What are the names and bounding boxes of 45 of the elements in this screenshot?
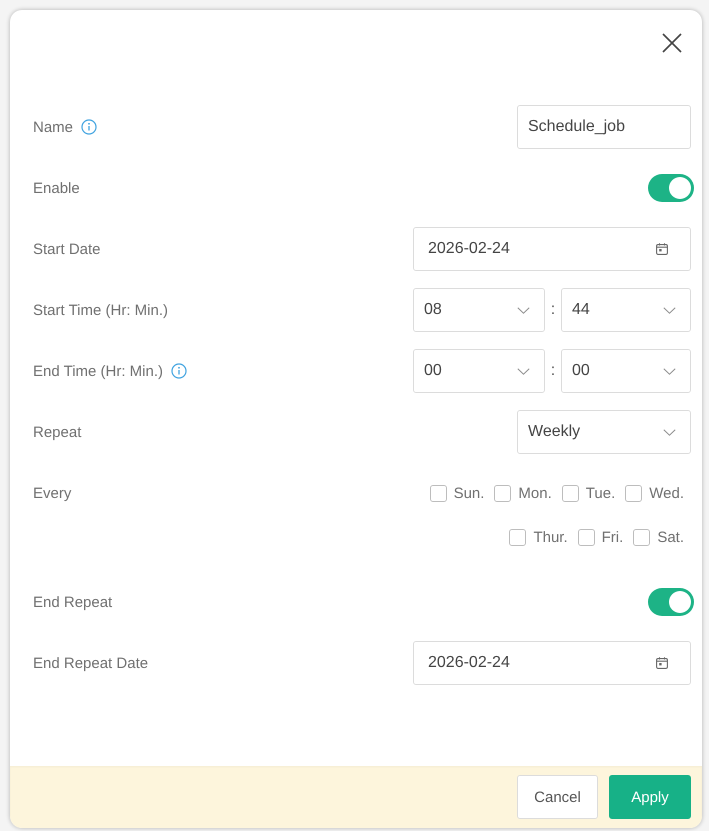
checkbox[interactable] [625, 484, 642, 502]
field-label: End Repeat Date [33, 654, 148, 672]
weekday-label: Sun. [454, 484, 484, 502]
date-field[interactable]: 2026-02-24 [413, 641, 691, 685]
text-field[interactable]: Schedule_job [517, 105, 691, 149]
field-label: Start Time (Hr: Min.) [33, 302, 168, 318]
calendar-icon[interactable] [656, 657, 668, 669]
chevron-down-icon [663, 368, 676, 374]
time-separator: : [550, 301, 556, 319]
field-label: Start Date [33, 240, 101, 258]
field-label: Enable [33, 180, 80, 196]
chevron-down-icon [663, 306, 676, 314]
field-label: End Repeat [33, 594, 112, 610]
checkbox[interactable] [509, 528, 526, 546]
hour-dropdown[interactable]: 08 [413, 288, 545, 332]
info-icon[interactable] [171, 363, 188, 379]
toggle-switch[interactable] [648, 174, 694, 202]
weekday-label: Mon. [518, 484, 552, 502]
weekday-label: Tue. [586, 484, 616, 502]
checkbox[interactable] [430, 484, 447, 502]
chevron-down-icon [663, 428, 676, 436]
weekday-label: Sat. [657, 528, 684, 546]
weekday-label: Fri. [602, 528, 624, 546]
field-label: Repeat [33, 424, 82, 440]
chevron-down-icon [517, 306, 530, 314]
hour-dropdown[interactable]: 00 [413, 349, 545, 393]
minute-dropdown[interactable]: 00 [561, 349, 691, 393]
checkbox[interactable] [578, 528, 595, 546]
checkbox[interactable] [633, 528, 650, 546]
calendar-icon[interactable] [656, 243, 668, 255]
checkbox[interactable] [562, 484, 579, 502]
checkbox[interactable] [494, 484, 512, 502]
minute-dropdown[interactable]: 44 [561, 288, 691, 332]
weekday-label: Thur. [533, 528, 568, 546]
field-label: Every [33, 484, 72, 502]
field-label: End Time (Hr: Min.) [33, 362, 164, 380]
field-label: Name [33, 118, 74, 136]
toggle-switch[interactable] [648, 588, 694, 616]
cancel-button[interactable]: Cancel [517, 775, 598, 819]
info-icon[interactable] [81, 119, 98, 135]
weekday-label: Wed. [649, 484, 684, 502]
time-separator: : [550, 362, 556, 380]
date-field[interactable]: 2026-02-24 [413, 227, 691, 271]
chevron-down-icon [517, 368, 530, 374]
dropdown[interactable]: Weekly [517, 410, 691, 454]
